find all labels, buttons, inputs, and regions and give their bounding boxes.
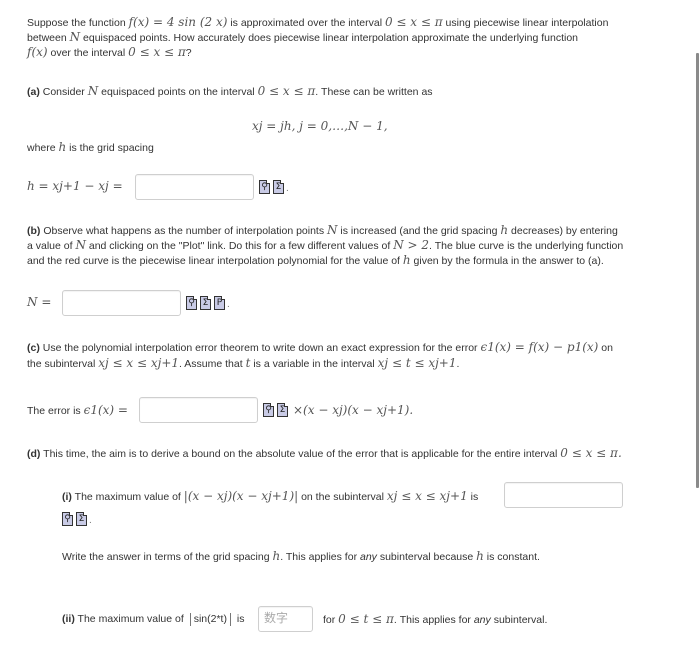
part-c-label: (c) [27, 342, 40, 354]
grid-points-formula: xj = jh, j = 0,…,N − 1, [252, 119, 388, 133]
vertical-scrollbar[interactable] [696, 53, 699, 488]
sigma-icon[interactable]: Σ [277, 403, 288, 417]
abs-bar-left [189, 612, 191, 626]
sigma-icon[interactable]: Σ [200, 296, 211, 310]
part-c-line-2: the subinterval xj ≤ x ≤ xj+1. Assume th… [27, 356, 460, 370]
intro-line-1: Suppose the function f(x) = 4 sin (2 x) … [27, 15, 609, 29]
preview-icon[interactable]: ⚲ [263, 403, 274, 417]
part-d-ii-label: (ii) [62, 613, 75, 625]
part-b-line-2: a value of N and clicking on the "Plot" … [27, 238, 624, 252]
part-d-ii: (ii) The maximum value of sin(2*t) is [62, 612, 245, 626]
period: . [286, 183, 289, 194]
abs-bar-right [229, 612, 231, 626]
part-d-ii-tail: for 0 ≤ t ≤ π. This applies for any subi… [323, 612, 548, 626]
intro-line-3: f(x) over the interval 0 ≤ x ≤ π? [27, 45, 192, 59]
part-b-line-1: (b) Observe what happens as the number o… [27, 223, 618, 237]
part-a-intro: (a) Consider N equispaced points on the … [27, 84, 433, 98]
part-b-label: (b) [27, 225, 41, 237]
error-label: The error is ϵ1(x) = [27, 403, 128, 417]
part-d-intro: (d) This time, the aim is to derive a bo… [27, 446, 622, 460]
error-factor: ×(x − xj)(x − xj+1). [293, 403, 414, 417]
max-product-input[interactable] [504, 482, 623, 508]
sigma-icon[interactable]: Σ [76, 512, 87, 526]
function-formula: f(x) = 4 sin (2 x) [128, 15, 228, 29]
part-d-i-label: (i) [62, 491, 72, 503]
sigma-icon[interactable]: Σ [273, 180, 284, 194]
grid-spacing-label: h = xj+1 − xj = [27, 179, 123, 193]
grid-spacing-input[interactable] [135, 174, 254, 200]
preview-icon[interactable]: ⚲ [62, 512, 73, 526]
max-sin-input[interactable]: 数字 [258, 606, 313, 632]
plot-icon[interactable]: P [214, 296, 225, 310]
part-b-line-3: and the red curve is the piecewise linea… [27, 253, 604, 267]
part-d-note: Write the answer in terms of the grid sp… [62, 549, 540, 563]
preview-icon[interactable]: ⚲ [186, 296, 197, 310]
part-a-label: (a) [27, 86, 40, 98]
n-input[interactable] [62, 290, 181, 316]
part-d-i: (i) The maximum value of |(x − xj)(x − x… [62, 489, 479, 503]
sin-expression: sin(2*t) [193, 613, 227, 625]
n-label: N = [27, 295, 52, 309]
part-c-line-1: (c) Use the polynomial interpolation err… [27, 340, 613, 354]
part-a-where: where h is the grid spacing [27, 140, 154, 154]
period: . [89, 515, 92, 526]
error-input[interactable] [139, 397, 258, 423]
period: . [227, 299, 230, 310]
preview-icon[interactable]: ⚲ [259, 180, 270, 194]
intro-line-2: between N equispaced points. How accurat… [27, 30, 579, 44]
part-d-label: (d) [27, 448, 41, 460]
